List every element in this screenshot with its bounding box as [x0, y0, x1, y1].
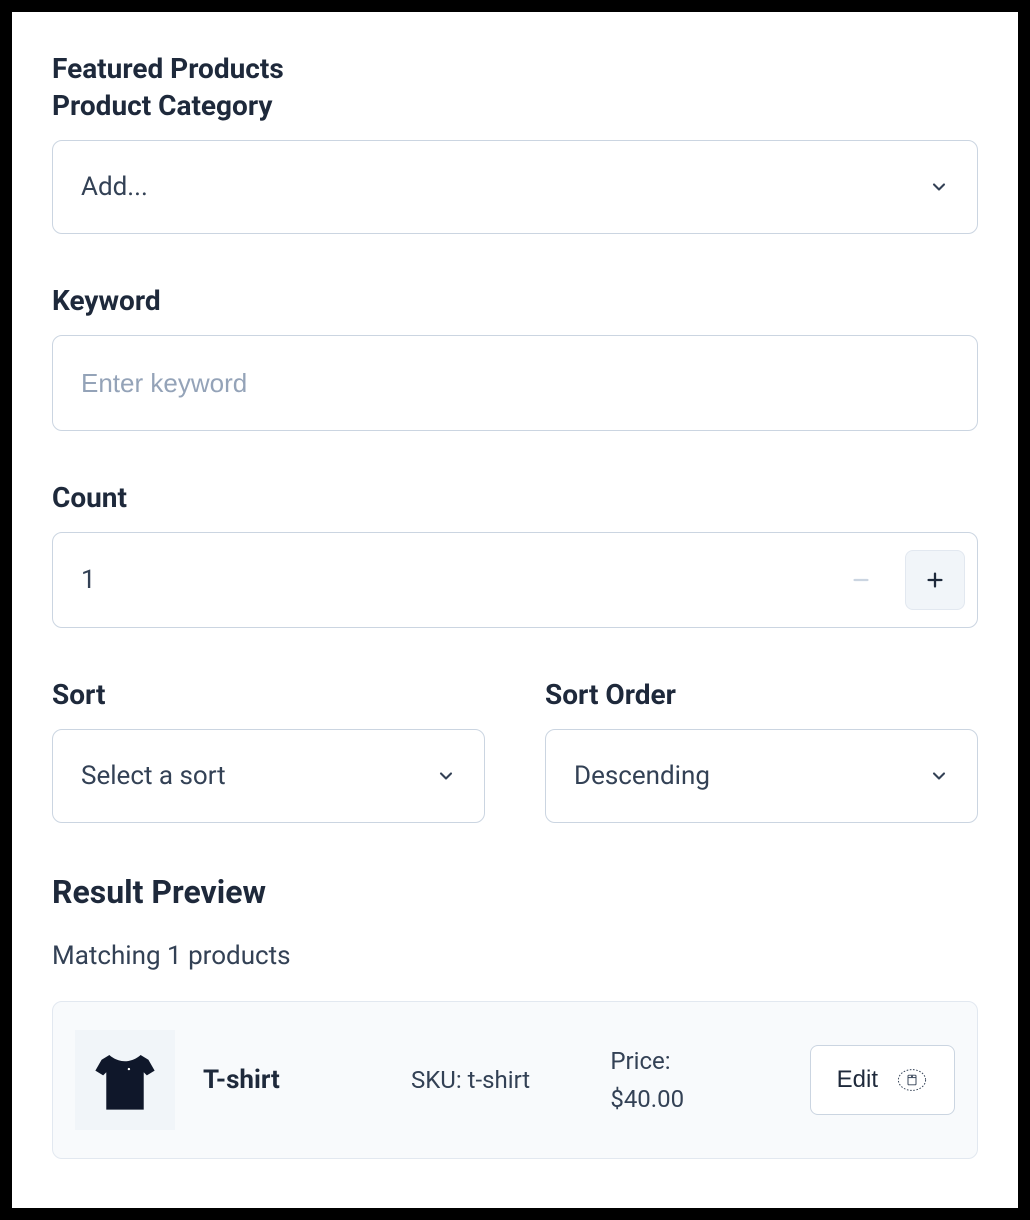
sort-order-value: Descending	[574, 761, 710, 791]
product-name: T-shirt	[203, 1065, 383, 1095]
product-price: Price: $40.00	[610, 1042, 781, 1119]
product-card: T-shirt SKU: t-shirt Price: $40.00 Edit	[52, 1001, 978, 1159]
matching-count: Matching 1 products	[52, 941, 978, 971]
sort-label: Sort	[52, 678, 485, 711]
chevron-down-icon	[929, 177, 949, 197]
sort-placeholder: Select a sort	[81, 761, 226, 791]
sku-label: SKU:	[411, 1066, 468, 1094]
sort-select[interactable]: Select a sort	[52, 729, 485, 823]
edit-label: Edit	[837, 1066, 878, 1094]
external-link-icon	[896, 1066, 928, 1094]
edit-button[interactable]: Edit	[810, 1045, 955, 1115]
tshirt-icon	[86, 1041, 164, 1119]
sort-order-select[interactable]: Descending	[545, 729, 978, 823]
page-title: Featured Products	[52, 52, 978, 85]
price-label: Price:	[610, 1047, 670, 1075]
plus-icon	[924, 569, 946, 591]
category-label: Product Category	[52, 89, 978, 122]
count-increment-button[interactable]	[905, 550, 965, 610]
product-sku: SKU: t-shirt	[411, 1061, 582, 1099]
count-stepper: 1	[52, 532, 978, 628]
keyword-label: Keyword	[52, 284, 978, 317]
count-value: 1	[81, 565, 817, 595]
sort-order-label: Sort Order	[545, 678, 978, 711]
keyword-input[interactable]	[52, 335, 978, 431]
price-value: $40.00	[610, 1085, 684, 1113]
sku-value: t-shirt	[468, 1066, 531, 1094]
category-select[interactable]: Add...	[52, 140, 978, 234]
result-heading: Result Preview	[52, 873, 978, 911]
count-label: Count	[52, 481, 978, 514]
minus-icon	[850, 569, 872, 591]
count-decrement-button[interactable]	[831, 550, 891, 610]
chevron-down-icon	[436, 766, 456, 786]
category-placeholder: Add...	[81, 172, 148, 202]
chevron-down-icon	[929, 766, 949, 786]
product-thumbnail	[75, 1030, 175, 1130]
